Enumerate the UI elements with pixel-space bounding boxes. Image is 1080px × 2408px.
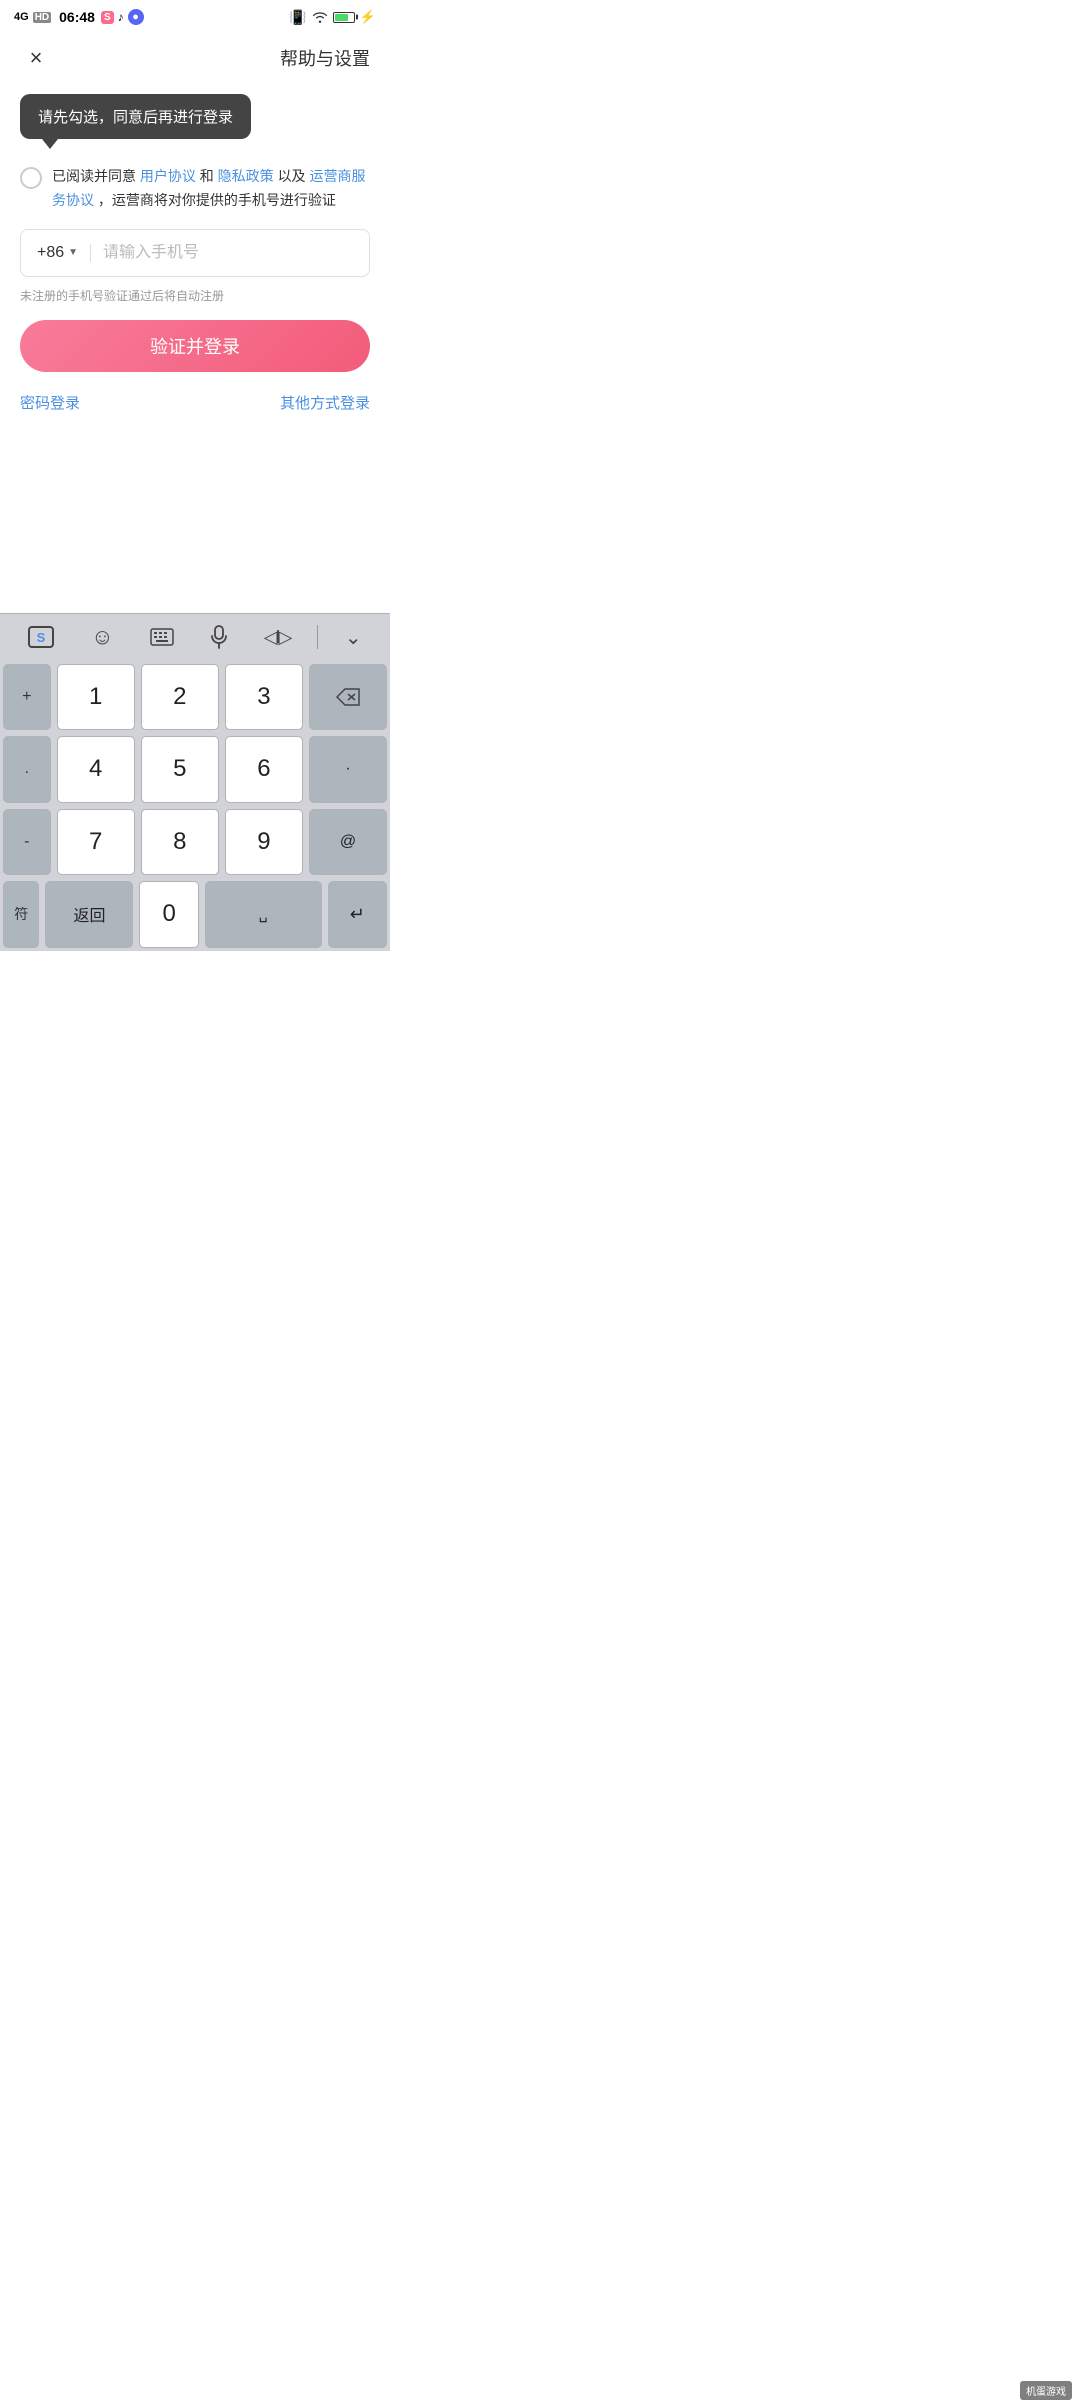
phone-section: +86 ▼ <box>20 229 370 277</box>
key-4[interactable]: 4 <box>57 736 135 803</box>
key-dot[interactable]: . <box>3 736 51 803</box>
keyboard-row-3: - 7 8 9 @ <box>0 806 390 879</box>
toolbar-sogou-btn[interactable]: S <box>18 620 64 654</box>
key-0[interactable]: 0 <box>139 881 198 948</box>
watermark: 机蛋游戏 <box>1020 2381 1072 2400</box>
soul-icon: S <box>101 11 114 24</box>
svg-text:S: S <box>37 630 46 645</box>
key-3[interactable]: 3 <box>225 664 303 731</box>
password-login-link[interactable]: 密码登录 <box>20 392 80 413</box>
discord-icon: ● <box>128 9 144 25</box>
other-login-link[interactable]: 其他方式登录 <box>280 392 370 413</box>
key-plus[interactable]: + <box>3 664 51 731</box>
collapse-icon: ⌄ <box>345 625 362 650</box>
country-code-selector[interactable]: +86 ▼ <box>37 244 91 262</box>
key-7[interactable]: 7 <box>57 809 135 876</box>
vibrate-icon: 📳 <box>289 9 306 26</box>
status-right: 📳 ⚡ <box>289 9 376 26</box>
agreement-text-3: 以及 <box>278 168 310 184</box>
user-agreement-link[interactable]: 用户协议 <box>140 168 196 184</box>
agreement-section: 已阅读并同意 用户协议 和 隐私政策 以及 运营商服务协议 ，运营商将对你提供的… <box>0 155 390 229</box>
key-2[interactable]: 2 <box>141 664 219 731</box>
mic-icon <box>211 625 227 649</box>
tooltip-container: 请先勾选，同意后再进行登录 <box>20 94 370 139</box>
keyboard-row-2: . 4 5 6 · <box>0 733 390 806</box>
network-indicator: 4G <box>14 11 29 23</box>
keyboard-main: + 1 2 3 . 4 5 6 · - 7 8 9 @ 符 返回 0 ␣ ↵ <box>0 661 390 951</box>
keyboard-spacer <box>0 433 390 613</box>
battery-icon <box>333 12 355 23</box>
key-symbol[interactable]: 符 <box>3 881 39 948</box>
time-display: 06:48 <box>59 9 95 25</box>
keyboard-toolbar: S ☺ ◁I▷ ⌄ <box>0 613 390 661</box>
key-period-alt[interactable]: · <box>309 736 387 803</box>
close-button[interactable]: × <box>20 42 52 74</box>
agreement-text-2: 和 <box>200 168 218 184</box>
keyboard-row-4: 符 返回 0 ␣ ↵ <box>0 878 390 951</box>
dropdown-arrow-icon: ▼ <box>68 247 78 258</box>
toolbar-cursor-btn[interactable]: ◁I▷ <box>254 621 301 654</box>
keyboard-row-1: + 1 2 3 <box>0 661 390 734</box>
agreement-text-4: ，运营商将对你提供的手机号进行验证 <box>98 192 336 208</box>
cursor-icon: ◁I▷ <box>264 627 291 648</box>
country-code-text: +86 <box>37 244 64 262</box>
key-backspace[interactable] <box>309 664 387 731</box>
music-icon: ♪ <box>118 10 124 24</box>
hint-text: 未注册的手机号验证通过后将自动注册 <box>20 287 370 304</box>
privacy-policy-link[interactable]: 隐私政策 <box>218 168 274 184</box>
bottom-links: 密码登录 其他方式登录 <box>0 392 390 413</box>
hd-indicator: HD <box>33 12 51 23</box>
toolbar-emoji-btn[interactable]: ☺ <box>81 618 123 656</box>
lightning-icon: ⚡ <box>360 9 376 25</box>
sogou-icon: S <box>28 626 54 648</box>
verify-button-label: 验证并登录 <box>150 333 240 359</box>
key-6[interactable]: 6 <box>225 736 303 803</box>
phone-number-input[interactable] <box>103 244 353 262</box>
verify-login-button[interactable]: 验证并登录 <box>20 320 370 372</box>
toolbar-mic-btn[interactable] <box>201 619 237 655</box>
key-8[interactable]: 8 <box>141 809 219 876</box>
top-nav: × 帮助与设置 <box>0 32 390 84</box>
toolbar-keyboard-btn[interactable] <box>140 622 184 652</box>
toolbar-collapse-btn[interactable]: ⌄ <box>335 619 372 656</box>
key-minus[interactable]: - <box>3 809 51 876</box>
wifi-icon <box>312 11 328 23</box>
tooltip-bubble: 请先勾选，同意后再进行登录 <box>20 94 251 139</box>
key-enter[interactable]: ↵ <box>328 881 387 948</box>
status-bar: 4G HD 06:48 S ♪ ● 📳 ⚡ <box>0 0 390 32</box>
keyboard-icon <box>150 628 174 646</box>
toolbar-divider <box>317 625 318 649</box>
close-icon: × <box>30 45 43 71</box>
page-title: 帮助与设置 <box>280 45 370 71</box>
phone-input-wrapper: +86 ▼ <box>20 229 370 277</box>
key-1[interactable]: 1 <box>57 664 135 731</box>
agreement-checkbox[interactable] <box>20 167 42 189</box>
key-space[interactable]: ␣ <box>205 881 322 948</box>
backspace-icon <box>336 688 360 706</box>
key-5[interactable]: 5 <box>141 736 219 803</box>
status-left: 4G HD 06:48 S ♪ ● <box>14 9 144 25</box>
key-9[interactable]: 9 <box>225 809 303 876</box>
tooltip-text: 请先勾选，同意后再进行登录 <box>38 109 233 126</box>
agreement-text-1: 已阅读并同意 <box>52 168 140 184</box>
key-at[interactable]: @ <box>309 809 387 876</box>
key-return-cn[interactable]: 返回 <box>45 881 133 948</box>
emoji-icon: ☺ <box>91 624 113 650</box>
agreement-text: 已阅读并同意 用户协议 和 隐私政策 以及 运营商服务协议 ，运营商将对你提供的… <box>52 165 370 213</box>
